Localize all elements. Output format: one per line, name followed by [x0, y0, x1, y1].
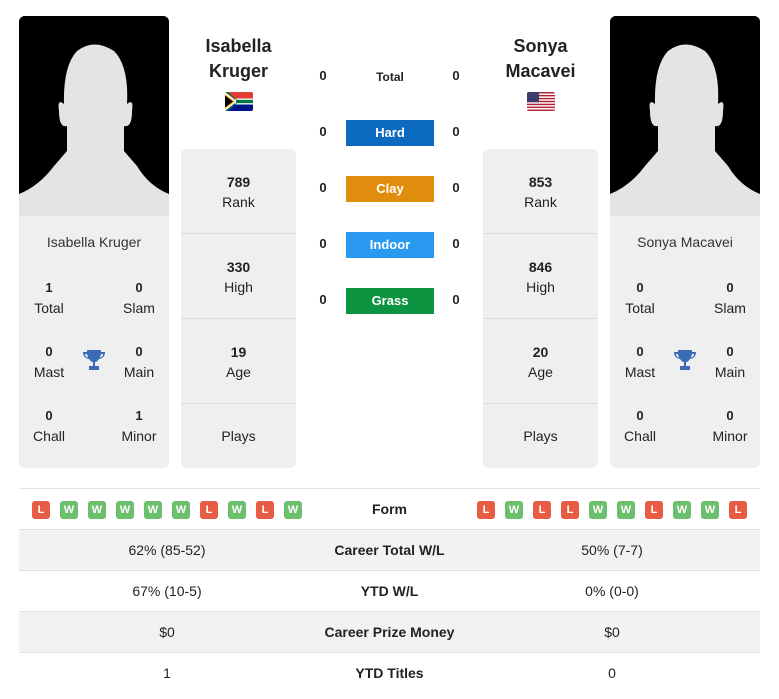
- right-form-badge-win[interactable]: W: [673, 500, 691, 519]
- surface-clay-button[interactable]: Clay: [346, 176, 434, 202]
- left-titles-mast: 0 Mast: [33, 344, 65, 380]
- left-player-card-name: Isabella Kruger: [46, 234, 142, 250]
- right-form-badge-loss[interactable]: L: [477, 500, 495, 519]
- right-titles-total: 0 Total: [625, 280, 655, 316]
- surface-hard-button[interactable]: Hard: [346, 120, 434, 146]
- right-value: 0: [608, 665, 616, 681]
- right-player-photo: [610, 16, 760, 216]
- left-value: 1: [163, 665, 171, 681]
- h2h-indoor-right: 0: [452, 236, 460, 251]
- left-form-badge-win[interactable]: W: [228, 500, 246, 519]
- right-form-badge-loss[interactable]: L: [729, 500, 747, 519]
- form-label: Form: [372, 501, 407, 517]
- south-africa-flag-icon: [225, 92, 253, 111]
- h2h-total-label: Total: [376, 70, 404, 84]
- left-form-badge-win[interactable]: W: [172, 500, 190, 519]
- left-value: 67% (10-5): [132, 583, 202, 599]
- comparison-table: LWWWWWLWLW Form LWLLWWLWWL 62% (85-52) C…: [19, 488, 760, 694]
- surface-grass-button[interactable]: Grass: [346, 288, 434, 314]
- row-label: YTD Titles: [355, 665, 424, 681]
- left-form-badge-win[interactable]: W: [284, 500, 302, 519]
- right-high: 846 High: [483, 234, 598, 319]
- h2h-grass-right: 0: [452, 292, 460, 307]
- right-form: LWLLWWLWWL: [464, 489, 760, 530]
- left-titles-main: 0 Main: [123, 344, 155, 380]
- left-value: 62% (85-52): [128, 542, 206, 558]
- row-label: Career Total W/L: [334, 542, 445, 558]
- left-form-badge-loss[interactable]: L: [256, 500, 274, 519]
- left-titles-slam: 0 Slam: [123, 280, 155, 316]
- row-label: YTD W/L: [360, 583, 419, 599]
- left-player-card: Isabella Kruger 1 Total 0 Slam 0 Mast 0 Main…: [19, 216, 169, 468]
- right-value: $0: [604, 624, 620, 640]
- surface-indoor-button[interactable]: Indoor: [346, 232, 434, 258]
- form-row: LWWWWWLWLW Form LWLLWWLWWL: [19, 489, 760, 530]
- left-titles-minor: 1 Minor: [121, 408, 157, 444]
- right-age: 20 Age: [483, 319, 598, 404]
- h2h-grass-left: 0: [319, 292, 327, 307]
- left-titles-chall: 0 Chall: [33, 408, 65, 444]
- h2h-clay-left: 0: [319, 180, 327, 195]
- right-form-badge-loss[interactable]: L: [645, 500, 663, 519]
- right-player-card: Sonya Macavei 0 Total 0 Slam 0 Mast 0 Main 0…: [610, 216, 760, 468]
- right-rank: 853 Rank: [483, 149, 598, 234]
- h2h-hard-left: 0: [319, 124, 327, 139]
- right-form-badge-win[interactable]: W: [505, 500, 523, 519]
- left-value: $0: [159, 624, 175, 640]
- right-player-card-name: Sonya Macavei: [637, 234, 733, 250]
- right-value: 0% (0-0): [585, 583, 639, 599]
- right-titles-slam: 0 Slam: [714, 280, 746, 316]
- left-form: LWWWWWLWLW: [19, 489, 315, 530]
- left-player-photo: [19, 16, 169, 216]
- left-plays: Plays: [221, 428, 256, 444]
- usa-flag-icon: [527, 92, 555, 111]
- right-titles-chall: 0 Chall: [624, 408, 656, 444]
- right-form-badge-win[interactable]: W: [589, 500, 607, 519]
- row-label: Career Prize Money: [324, 624, 455, 640]
- h2h-total-left: 0: [319, 68, 327, 83]
- left-age: 19 Age: [181, 319, 296, 404]
- left-form-badge-loss[interactable]: L: [200, 500, 218, 519]
- right-form-badge-win[interactable]: W: [617, 500, 635, 519]
- left-player-name[interactable]: Isabella Kruger: [181, 34, 296, 84]
- right-titles-minor: 0 Minor: [712, 408, 748, 444]
- table-row: $0 Career Prize Money $0: [19, 612, 760, 653]
- left-titles-total: 1 Total: [34, 280, 64, 316]
- right-value: 50% (7-7): [581, 542, 643, 558]
- right-player-stats-panel: 853 Rank 846 High 20 Age Plays: [483, 149, 598, 468]
- left-rank: 789 Rank: [181, 149, 296, 234]
- table-row: 67% (10-5) YTD W/L 0% (0-0): [19, 571, 760, 612]
- left-form-badge-win[interactable]: W: [144, 500, 162, 519]
- left-form-badge-win[interactable]: W: [60, 500, 78, 519]
- right-titles-mast: 0 Mast: [624, 344, 656, 380]
- left-high: 330 High: [181, 234, 296, 319]
- right-plays: Plays: [523, 428, 558, 444]
- h2h-clay-right: 0: [452, 180, 460, 195]
- right-form-badge-win[interactable]: W: [701, 500, 719, 519]
- table-row: 1 YTD Titles 0: [19, 653, 760, 694]
- h2h-indoor-left: 0: [319, 236, 327, 251]
- left-form-badge-win[interactable]: W: [116, 500, 134, 519]
- right-player-name[interactable]: Sonya Macavei: [483, 34, 598, 84]
- right-form-badge-loss[interactable]: L: [561, 500, 579, 519]
- h2h-hard-right: 0: [452, 124, 460, 139]
- table-row: 62% (85-52) Career Total W/L 50% (7-7): [19, 530, 760, 571]
- avatar-silhouette-icon: [610, 16, 760, 216]
- left-form-badge-win[interactable]: W: [88, 500, 106, 519]
- avatar-silhouette-icon: [19, 16, 169, 216]
- left-form-badge-loss[interactable]: L: [32, 500, 50, 519]
- right-form-badge-loss[interactable]: L: [533, 500, 551, 519]
- trophy-icon: [83, 350, 105, 370]
- trophy-icon: [674, 350, 696, 370]
- left-player-stats-panel: 789 Rank 330 High 19 Age Plays: [181, 149, 296, 468]
- h2h-total-right: 0: [452, 68, 460, 83]
- right-titles-main: 0 Main: [714, 344, 746, 380]
